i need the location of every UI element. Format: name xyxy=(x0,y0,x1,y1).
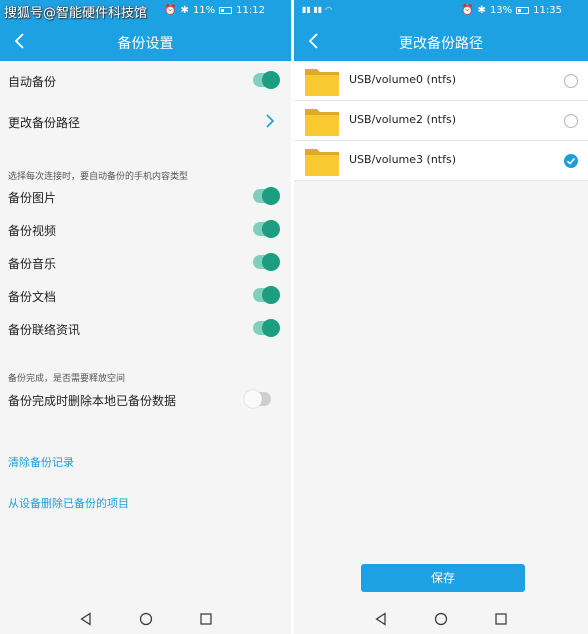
folder-icon xyxy=(305,109,339,136)
auto-backup-label: 自动备份 xyxy=(8,75,57,89)
bluetooth-icon: ✱ xyxy=(477,5,486,16)
delete-from-device-link[interactable]: 从设备删除已备份的项目 xyxy=(8,495,129,511)
status-bar: ▮▮ ▮▮ ◠ ⏰ ✱ 13% 11:35 xyxy=(294,0,588,23)
nav-home-icon[interactable] xyxy=(434,612,448,626)
battery-icon xyxy=(219,7,233,14)
check-icon xyxy=(566,157,576,165)
page-title: 备份设置 xyxy=(117,36,174,52)
volume-row[interactable]: USB/volume2 (ntfs) xyxy=(294,101,588,141)
clear-records-link[interactable]: 清除备份记录 xyxy=(8,454,74,470)
backup-contacts-label: 备份联络资讯 xyxy=(8,323,81,337)
status-bar: 搜狐号@智能硬件科技馆 ⏰ ✱ 11% 11:12 xyxy=(0,0,291,23)
navigation-bar xyxy=(294,604,588,634)
volume-row[interactable]: USB/volume3 (ntfs) xyxy=(294,141,588,181)
volume-name: USB/volume3 (ntfs) xyxy=(349,153,457,166)
page-title: 更改备份路径 xyxy=(399,36,483,52)
battery-percent: 11% xyxy=(192,5,216,16)
battery-percent: 13% xyxy=(489,5,513,16)
battery-icon xyxy=(516,7,530,14)
bluetooth-icon: ✱ xyxy=(180,5,189,16)
title-bar: 备份设置 xyxy=(0,23,291,61)
backup-documents-toggle[interactable] xyxy=(253,286,280,304)
backup-type-row[interactable]: 备份文档 xyxy=(0,279,291,312)
nav-recents-icon[interactable] xyxy=(199,612,213,626)
status-time: 11:12 xyxy=(236,5,265,16)
folder-icon xyxy=(305,69,339,96)
title-bar: 更改备份路径 xyxy=(294,23,588,61)
watermark-text: 搜狐号@智能硬件科技馆 xyxy=(4,6,148,21)
backup-contacts-toggle[interactable] xyxy=(253,319,280,337)
alarm-icon: ⏰ xyxy=(164,5,177,16)
alarm-icon: ⏰ xyxy=(461,5,474,16)
backup-type-row[interactable]: 备份联络资讯 xyxy=(0,312,291,345)
backup-photos-toggle[interactable] xyxy=(253,187,280,205)
change-backup-path-screen: ▮▮ ▮▮ ◠ ⏰ ✱ 13% 11:35 更改备份路径 USB/volume0… xyxy=(294,0,588,634)
backup-music-label: 备份音乐 xyxy=(8,257,57,271)
navigation-bar xyxy=(0,604,291,634)
nav-recents-icon[interactable] xyxy=(494,612,508,626)
backup-type-row[interactable]: 备份视频 xyxy=(0,213,291,246)
backup-photos-label: 备份图片 xyxy=(8,191,57,205)
nav-back-icon[interactable] xyxy=(79,612,93,626)
auto-backup-row[interactable]: 自动备份 xyxy=(0,64,291,97)
volume-radio-selected[interactable] xyxy=(564,154,578,168)
nav-home-icon[interactable] xyxy=(139,612,153,626)
change-path-label: 更改备份路径 xyxy=(8,116,81,130)
backup-videos-label: 备份视频 xyxy=(8,224,57,238)
status-time: 11:35 xyxy=(533,5,562,16)
delete-local-label: 备份完成时删除本地已备份数据 xyxy=(8,394,177,408)
volume-radio[interactable] xyxy=(564,114,578,128)
backup-music-toggle[interactable] xyxy=(253,253,280,271)
folder-icon xyxy=(305,149,339,176)
delete-local-toggle[interactable] xyxy=(244,390,271,408)
delete-local-row[interactable]: 备份完成时删除本地已备份数据 xyxy=(0,383,291,416)
volume-row[interactable]: USB/volume0 (ntfs) xyxy=(294,61,588,101)
auto-backup-toggle[interactable] xyxy=(253,71,280,89)
volume-radio[interactable] xyxy=(564,74,578,88)
volume-name: USB/volume0 (ntfs) xyxy=(349,73,457,86)
signal-icon: ▮▮ ▮▮ xyxy=(302,5,323,14)
save-button[interactable]: 保存 xyxy=(361,564,525,592)
volume-name: USB/volume2 (ntfs) xyxy=(349,113,457,126)
backup-settings-screen: 搜狐号@智能硬件科技馆 ⏰ ✱ 11% 11:12 备份设置 自动备份 更改备份… xyxy=(0,0,291,634)
chevron-right-icon xyxy=(266,114,275,128)
wifi-icon: ◠ xyxy=(325,5,333,14)
backup-type-row[interactable]: 备份图片 xyxy=(0,180,291,213)
nav-back-icon[interactable] xyxy=(374,612,388,626)
backup-documents-label: 备份文档 xyxy=(8,290,57,304)
change-path-row[interactable]: 更改备份路径 xyxy=(0,105,291,138)
backup-type-row[interactable]: 备份音乐 xyxy=(0,246,291,279)
backup-videos-toggle[interactable] xyxy=(253,220,280,238)
